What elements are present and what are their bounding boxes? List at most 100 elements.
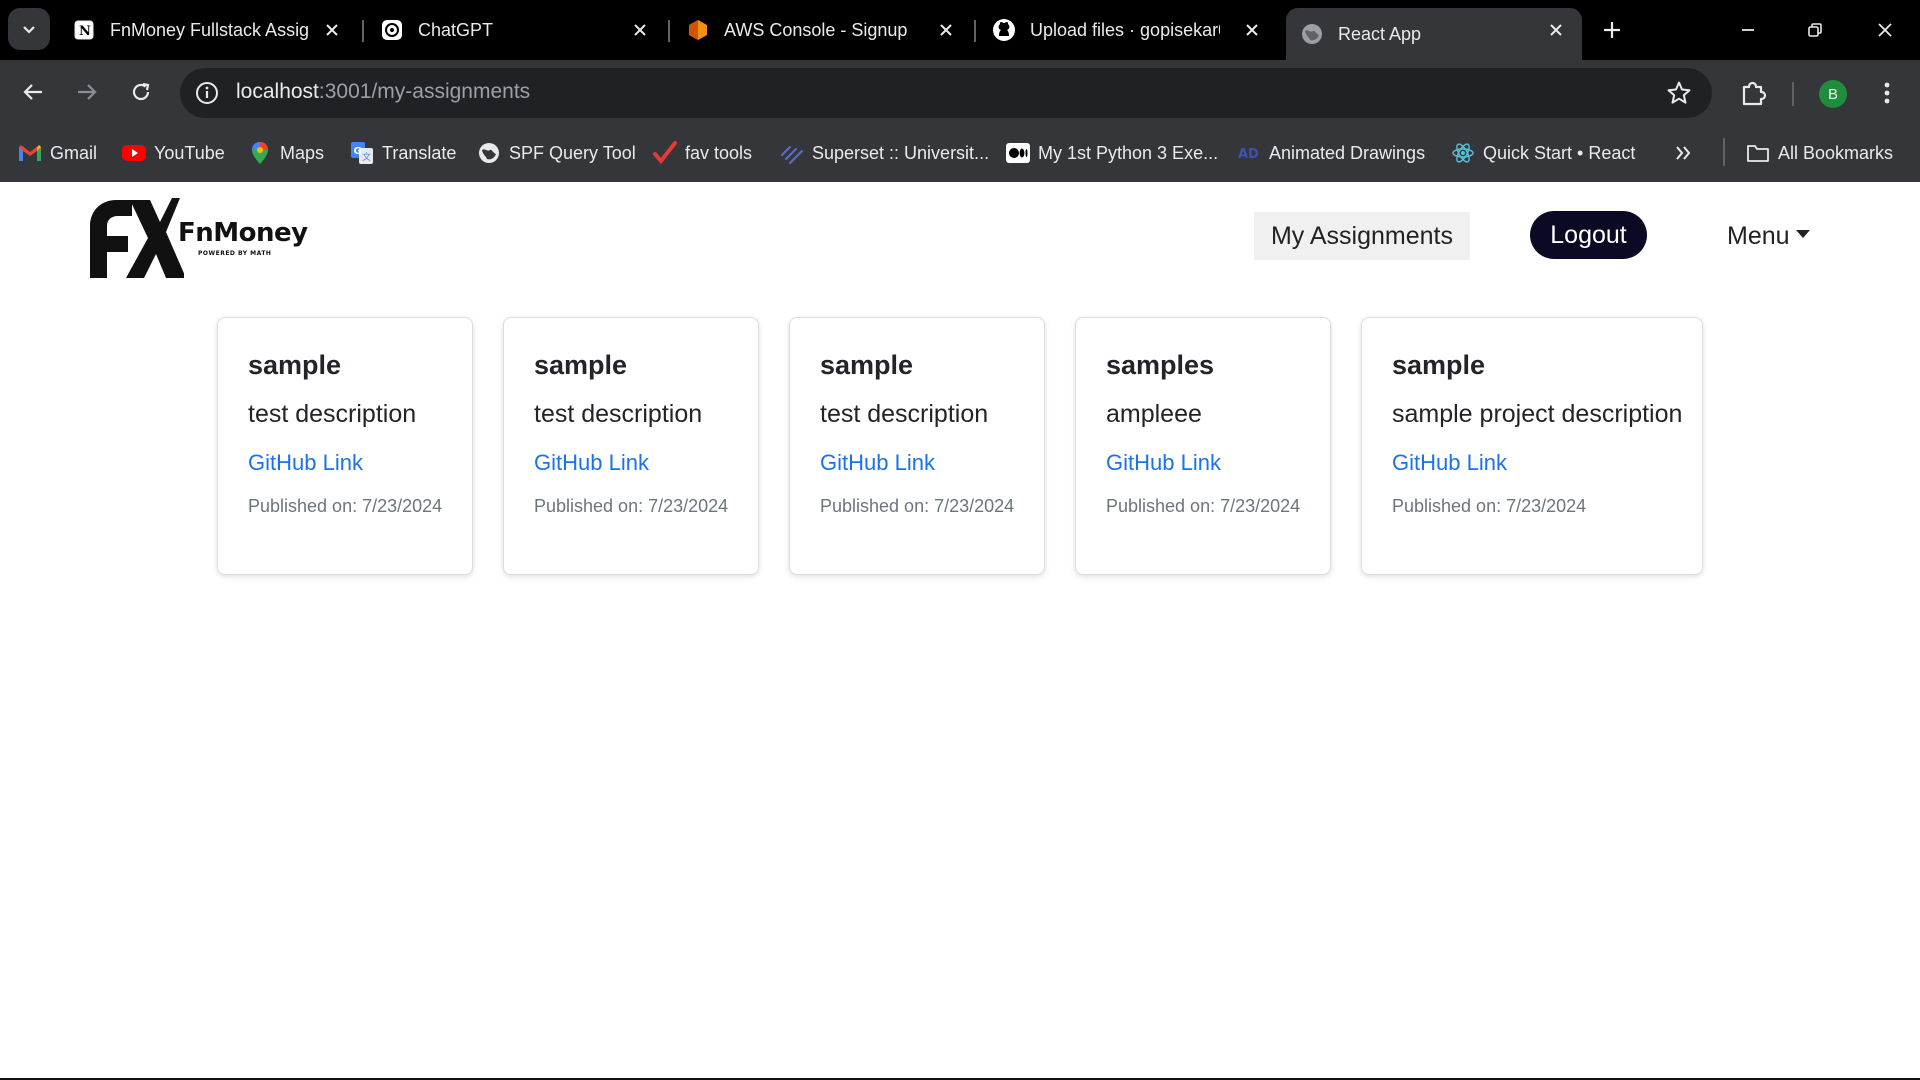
assignment-title: sample	[1392, 350, 1486, 380]
github-link[interactable]: GitHub Link	[1106, 450, 1221, 476]
url-path: :3001/my-assignments	[318, 80, 531, 103]
assignment-description: test description	[820, 400, 989, 428]
arrow-right-icon	[78, 84, 97, 100]
assignment-card: sample sample project description GitHub…	[1361, 317, 1703, 575]
globe-icon	[477, 141, 501, 165]
bookmark-label: Translate	[382, 142, 457, 163]
checkmark-icon	[653, 141, 677, 165]
bookmark-label: fav tools	[685, 142, 753, 163]
caret-down-icon	[1795, 230, 1810, 238]
chatgpt-icon	[380, 18, 404, 42]
published-date: Published on: 7/23/2024	[248, 496, 443, 516]
medium-icon	[1006, 141, 1030, 165]
reload-button[interactable]	[121, 72, 161, 112]
svg-text:文: 文	[362, 151, 371, 163]
tab-chatgpt[interactable]: ChatGPT	[366, 8, 666, 52]
bookmark-superset[interactable]: Superset :: Universit...	[780, 138, 989, 168]
svg-text:AD: AD	[1238, 147, 1259, 162]
tab-react-app[interactable]: React App	[1286, 8, 1582, 60]
superset-icon	[780, 141, 804, 165]
github-link[interactable]: GitHub Link	[534, 450, 649, 476]
bookmark-spf-query-tool[interactable]: SPF Query Tool	[477, 138, 636, 168]
ad-icon: AD	[1237, 141, 1261, 165]
menu-dropdown[interactable]: Menu	[1727, 212, 1810, 260]
url-text[interactable]: localhost:3001/my-assignments	[236, 80, 530, 104]
published-date: Published on: 7/23/2024	[534, 496, 729, 516]
minimize-button[interactable]	[1723, 10, 1773, 50]
svg-text:N: N	[79, 24, 91, 39]
bookmark-label: SPF Query Tool	[509, 142, 636, 163]
bookmark-react-quick-start[interactable]: Quick Start • React	[1451, 138, 1635, 168]
bookmark-label: All Bookmarks	[1778, 142, 1894, 163]
react-icon	[1451, 141, 1475, 165]
tab-separator	[668, 20, 670, 42]
logout-button[interactable]: Logout	[1530, 211, 1647, 259]
tab-separator	[362, 20, 364, 42]
bookmarks-separator	[1723, 138, 1725, 166]
bookmark-translate[interactable]: G文 Translate	[350, 138, 456, 168]
github-icon	[992, 18, 1016, 42]
bookmark-fav-tools[interactable]: fav tools	[653, 138, 752, 168]
bookmark-label: Superset :: Universit...	[812, 142, 990, 163]
bookmark-maps[interactable]: Maps	[248, 138, 324, 168]
assignment-card: samples ampleee GitHub Link Published on…	[1075, 317, 1331, 575]
close-icon[interactable]	[320, 18, 344, 42]
tab-github-upload[interactable]: Upload files · gopisekar0	[978, 8, 1278, 52]
published-date: Published on: 7/23/2024	[820, 496, 1015, 516]
bookmark-label: Maps	[280, 142, 325, 163]
restore-button[interactable]	[1790, 10, 1840, 50]
github-link[interactable]: GitHub Link	[248, 450, 363, 476]
bookmark-label: Gmail	[50, 142, 98, 163]
bookmark-animated-drawings[interactable]: AD Animated Drawings	[1237, 138, 1425, 168]
notion-icon: N	[72, 18, 96, 42]
browser-chrome: N FnMoney Fullstack Assign ChatGPT AWS C…	[0, 0, 1920, 182]
url-host: localhost	[236, 80, 319, 103]
more-vertical-icon[interactable]	[1872, 78, 1902, 108]
back-button[interactable]	[13, 72, 53, 112]
tab-title: React App	[1338, 23, 1422, 44]
my-assignments-button[interactable]: My Assignments	[1254, 212, 1470, 260]
bookmark-gmail[interactable]: Gmail	[18, 138, 97, 168]
bookmark-label: YouTube	[154, 142, 225, 163]
double-chevron-right-icon	[1676, 146, 1691, 160]
close-icon[interactable]	[934, 18, 958, 42]
info-icon[interactable]	[194, 80, 220, 106]
svg-text:G: G	[354, 146, 362, 157]
bookmark-python-medium[interactable]: My 1st Python 3 Exe...	[1006, 138, 1218, 168]
arrow-left-icon	[23, 84, 42, 100]
fnmoney-logo[interactable]: FnMoney POWERED BY MATH	[88, 196, 308, 280]
chevron-down-icon	[23, 26, 35, 34]
close-icon[interactable]	[1240, 18, 1264, 42]
more-bookmarks-button[interactable]	[1674, 138, 1692, 168]
close-icon[interactable]	[1544, 18, 1568, 42]
close-icon[interactable]	[628, 18, 652, 42]
all-bookmarks-button[interactable]: All Bookmarks	[1746, 138, 1893, 168]
minimize-icon	[1742, 29, 1754, 31]
logo-name: FnMoney	[178, 218, 308, 248]
forward-button[interactable]	[67, 72, 107, 112]
address-bar[interactable]: localhost:3001/my-assignments	[180, 68, 1712, 118]
profile-avatar[interactable]: B	[1819, 80, 1847, 108]
tab-strip: N FnMoney Fullstack Assign ChatGPT AWS C…	[0, 0, 1920, 60]
folder-icon	[1746, 141, 1770, 165]
github-link[interactable]: GitHub Link	[820, 450, 935, 476]
tab-separator	[974, 20, 976, 42]
fnmoney-logo-mark	[90, 198, 184, 278]
translate-icon: G文	[350, 141, 374, 165]
new-tab-button[interactable]	[1594, 12, 1630, 48]
gmail-icon	[18, 141, 42, 165]
tab-fnmoney-assignment[interactable]: N FnMoney Fullstack Assign	[58, 8, 358, 52]
published-date: Published on: 7/23/2024	[1392, 496, 1587, 516]
close-window-button[interactable]	[1860, 10, 1910, 50]
browser-toolbar: localhost:3001/my-assignments B	[0, 60, 1920, 124]
assignment-title: sample	[534, 350, 628, 380]
bookmark-youtube[interactable]: YouTube	[122, 138, 225, 168]
tab-search-button[interactable]	[8, 8, 50, 50]
puzzle-icon[interactable]	[1738, 78, 1768, 108]
github-link[interactable]: GitHub Link	[1392, 450, 1507, 476]
aws-icon	[686, 18, 710, 42]
tab-aws-console[interactable]: AWS Console - Signup	[672, 8, 972, 52]
assignment-card: sample test description GitHub Link Publ…	[503, 317, 759, 575]
assignment-description: sample project description	[1392, 400, 1683, 428]
star-icon[interactable]	[1666, 80, 1692, 106]
